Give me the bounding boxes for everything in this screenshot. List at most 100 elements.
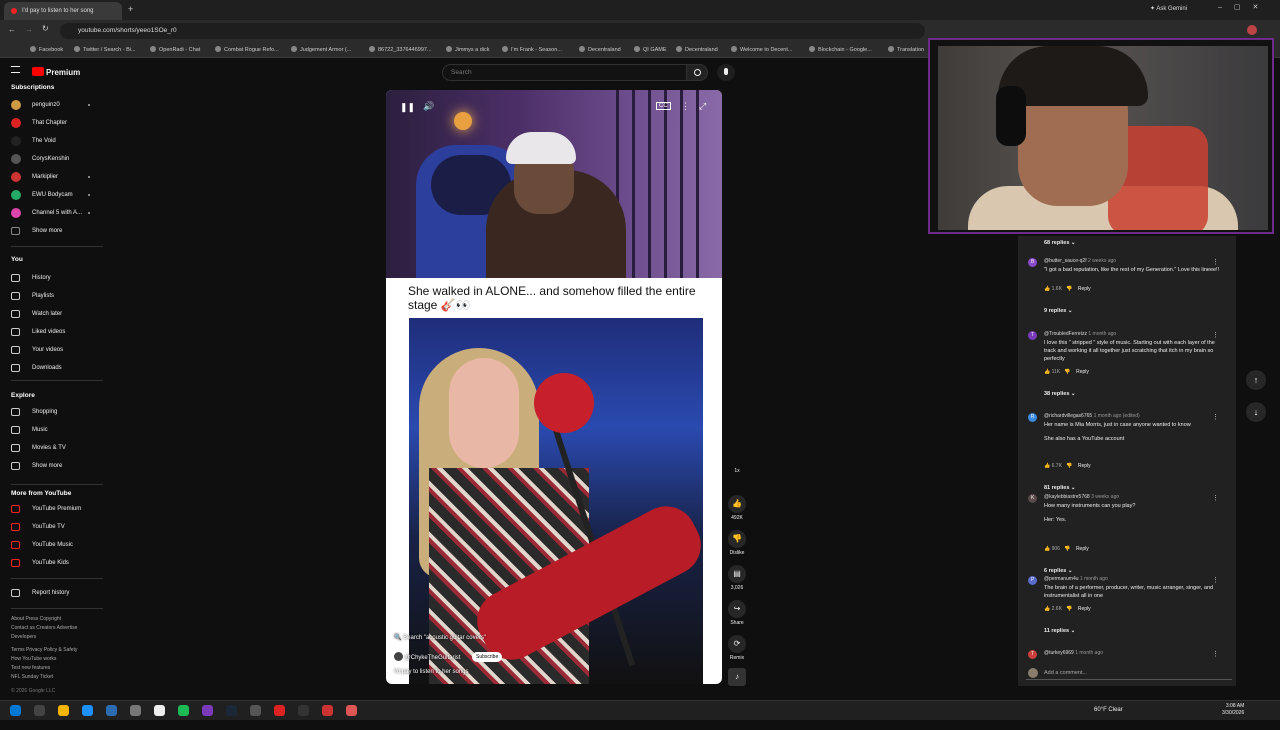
next-short-button[interactable]: ↓ [1246, 402, 1266, 422]
search-icon[interactable] [34, 705, 45, 716]
bookmark-item[interactable]: Blockchain - Google... [809, 42, 872, 58]
dislike-button[interactable]: 👎 Dislike [726, 530, 748, 556]
commenter-avatar[interactable]: B [1028, 258, 1037, 267]
comment-actions[interactable]: 👍 2.6K 👎 Reply [1044, 606, 1091, 612]
commenter-avatar[interactable]: T [1028, 650, 1037, 659]
bookmark-item[interactable]: I'm Frank - Season... [502, 42, 562, 58]
volume-icon[interactable]: 🔊 [423, 101, 434, 112]
commenter-avatar[interactable]: T [1028, 331, 1037, 340]
bookmark-item[interactable]: Welcome to Decent... [731, 42, 792, 58]
sidebar-item-more[interactable]: YouTube Music [0, 536, 110, 554]
share-button[interactable]: ↪ Share [726, 600, 748, 626]
app-icon[interactable] [274, 705, 285, 716]
channel-name[interactable]: @ChykeTheGuitarist [394, 652, 460, 661]
sidebar-item-sub[interactable]: The Void [0, 132, 110, 150]
playback-speed-button[interactable]: 1x [726, 468, 748, 474]
comment-menu-icon[interactable]: ⋮ [1212, 413, 1219, 421]
comment-author[interactable]: @butter_sauce-q2f 2 weeks ago [1044, 258, 1116, 264]
replies-toggle[interactable]: 68 replies ⌄ [1044, 240, 1076, 246]
comment-actions[interactable]: 👍 6.7K 👎 Reply [1044, 463, 1091, 469]
comment-author[interactable]: @permanum4u 1 month ago [1044, 576, 1108, 582]
sidebar-item-you[interactable]: Watch later [0, 305, 110, 323]
sidebar-item-sub[interactable]: EWU Bodycam [0, 186, 110, 204]
ask-gemini-button[interactable]: ✦ Ask Gemini [1150, 5, 1187, 12]
comment-actions[interactable]: 👍 906 👎 Reply [1044, 546, 1089, 552]
commenter-avatar[interactable]: R [1028, 413, 1037, 422]
steam-icon[interactable] [178, 705, 189, 716]
sidebar-item-sub[interactable]: That Chapter [0, 114, 110, 132]
search-suggestion-link[interactable]: 🔍 Search "acoustic guitar covers" [394, 634, 486, 641]
app-icon[interactable] [322, 705, 333, 716]
sidebar-item-you[interactable]: Your videos [0, 341, 110, 359]
steam-client-icon[interactable] [250, 705, 261, 716]
edge-icon[interactable] [58, 705, 69, 716]
weather-widget[interactable]: 60°F Clear [1094, 707, 1123, 713]
sidebar-item-more[interactable]: YouTube Premium [0, 500, 110, 518]
search-input[interactable]: Search [442, 64, 687, 81]
new-tab-button[interactable]: + [128, 4, 133, 14]
bookmark-item[interactable]: Twitter / Search - Bi... [74, 42, 136, 58]
sidebar-item-you[interactable]: Liked videos [0, 323, 110, 341]
chrome-icon[interactable] [154, 705, 165, 716]
profile-avatar[interactable] [1247, 25, 1257, 35]
comment-menu-icon[interactable]: ⋮ [1212, 650, 1219, 658]
comment-menu-icon[interactable]: ⋮ [1212, 331, 1219, 339]
more-options-icon[interactable]: ⋮ [681, 101, 690, 112]
reload-icon[interactable]: ↻ [42, 24, 49, 33]
bookmark-item[interactable]: Combat Rogue Refo... [215, 42, 279, 58]
sidebar-item-you[interactable]: Playlists [0, 287, 110, 305]
url-input[interactable]: youtube.com/shorts/yeeo1SOe_r0 [60, 23, 925, 39]
sidebar-item-explore[interactable]: Shopping [0, 403, 110, 421]
add-comment-input[interactable]: Add a comment... [1026, 666, 1232, 680]
pause-icon[interactable]: ❚❚ [400, 102, 415, 113]
spotify-icon[interactable] [202, 705, 213, 716]
subscribe-button[interactable]: Subscribe [472, 652, 503, 662]
more-from-youtube-heading[interactable]: More from YouTube [11, 490, 71, 497]
subscriptions-heading[interactable]: Subscriptions [11, 84, 54, 91]
edge-browser-icon[interactable] [106, 705, 117, 716]
sidebar-item-more[interactable]: YouTube Kids [0, 554, 110, 572]
bookmark-item[interactable]: Decentraland [579, 42, 621, 58]
replies-toggle[interactable]: 81 replies ⌄ [1044, 485, 1076, 491]
previous-short-button[interactable]: ↑ [1246, 370, 1266, 390]
comment-menu-icon[interactable]: ⋮ [1212, 494, 1219, 502]
windows-start-icon[interactable] [10, 705, 21, 716]
bookmark-item[interactable]: QI GAME [634, 42, 667, 58]
bookmark-item[interactable]: Translation [888, 42, 924, 58]
fullscreen-icon[interactable]: ⤢ [699, 101, 706, 112]
commenter-avatar[interactable]: K [1028, 494, 1037, 503]
bookmark-item[interactable]: Judgement Armor (... [291, 42, 351, 58]
bookmark-item[interactable]: Facebook [30, 42, 63, 58]
sidebar-item-explore[interactable]: Show more [0, 457, 110, 475]
sidebar-item-explore[interactable]: Movies & TV [0, 439, 110, 457]
sidebar-item-sub[interactable]: Channel 5 with A... [0, 204, 110, 222]
replies-toggle[interactable]: 9 replies ⌄ [1044, 308, 1072, 314]
bookmark-item[interactable]: Jimmys a dick [446, 42, 490, 58]
window-controls[interactable]: –▢✕ [1218, 3, 1270, 11]
browser-tab-active[interactable]: I'd pay to listen to her song [4, 2, 122, 20]
sidebar-item-more[interactable]: YouTube TV [0, 518, 110, 536]
footer-links[interactable]: About Press Copyright Contact us Creators… [11, 615, 111, 696]
report-history-link[interactable]: Report history [0, 584, 110, 602]
like-button[interactable]: 👍 492K [726, 495, 748, 521]
discord-icon[interactable] [226, 705, 237, 716]
back-icon[interactable]: ← [8, 25, 16, 34]
comments-button[interactable]: ▤ 3,026 [726, 565, 748, 591]
bookmark-item[interactable]: 86722_3376446997... [369, 42, 432, 58]
sidebar-item-sub[interactable]: Show more [0, 222, 110, 240]
replies-toggle[interactable]: 11 replies ⌄ [1044, 628, 1075, 634]
shorts-player[interactable]: ❚❚ 🔊 CC ⋮ ⤢ She walked in ALONE... and s… [386, 90, 722, 684]
chrome-active-icon[interactable] [346, 705, 357, 716]
comment-author[interactable]: @richardvillegas6765 1 month ago (edited… [1044, 413, 1140, 419]
remix-button[interactable]: ⟳ Remix [726, 635, 748, 661]
bookmark-item[interactable]: OpenRadi - Chat [150, 42, 200, 58]
file-explorer-icon[interactable] [82, 705, 93, 716]
obs-icon[interactable] [298, 705, 309, 716]
comment-actions[interactable]: 👍 1.6K 👎 Reply [1044, 286, 1091, 292]
search-button[interactable] [686, 64, 708, 81]
bookmark-item[interactable]: Decentraland [676, 42, 718, 58]
comment-menu-icon[interactable]: ⋮ [1212, 576, 1219, 584]
comment-actions[interactable]: 👍 11K 👎 Reply [1044, 369, 1089, 375]
comment-author[interactable]: @TroubledFerretzz 1 month ago [1044, 331, 1116, 337]
sidebar-item-explore[interactable]: Music [0, 421, 110, 439]
